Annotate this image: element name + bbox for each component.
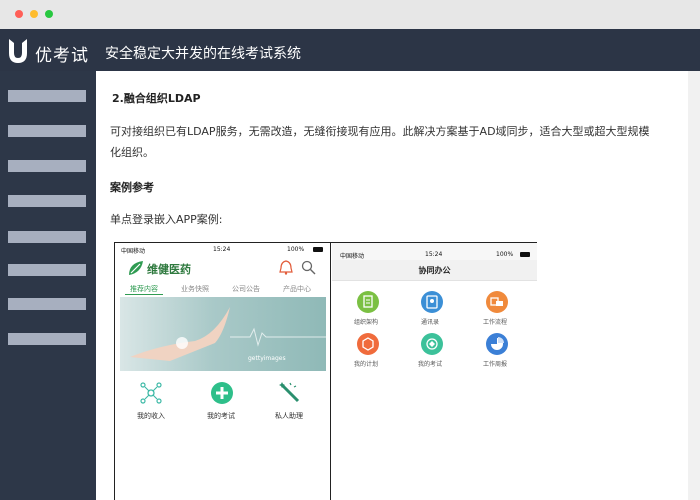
status-time: 15:24 bbox=[425, 251, 443, 258]
status-carrier: 中国移动 bbox=[340, 253, 365, 260]
tab-active-indicator bbox=[125, 294, 163, 295]
phone-screenshot-1: 中国移动 15:24 100% 维健医药 推荐内容 业务快照 公司公告 产品中心… bbox=[115, 243, 331, 500]
sidebar-item-7[interactable] bbox=[8, 298, 86, 310]
grid-label-contacts: 通讯录 bbox=[421, 319, 440, 326]
status-battery: 100% bbox=[287, 246, 305, 253]
paragraph-line-1: 可对接组织已有LDAP服务，无需改造，无缝衔接现有应用。此解决方案基于AD域同步… bbox=[110, 125, 650, 138]
tab-products[interactable]: 产品中心 bbox=[283, 284, 311, 294]
grid-label-workflow: 工作流程 bbox=[483, 319, 508, 326]
battery-icon bbox=[313, 247, 323, 252]
phone2-title: 协同办公 bbox=[418, 266, 451, 275]
battery-icon bbox=[520, 252, 530, 257]
leaf-logo-icon bbox=[129, 261, 143, 275]
sidebar-item-8[interactable] bbox=[8, 333, 86, 345]
close-dot[interactable] bbox=[15, 10, 23, 18]
document-icon[interactable] bbox=[357, 291, 379, 313]
sidebar-item-4[interactable] bbox=[8, 195, 86, 207]
section-heading: 2.融合组织LDAP bbox=[112, 92, 201, 105]
maximize-dot[interactable] bbox=[45, 10, 53, 18]
magic-wand-icon[interactable] bbox=[278, 381, 302, 405]
contacts-icon[interactable] bbox=[421, 291, 443, 313]
workflow-icon[interactable] bbox=[486, 291, 508, 313]
brand-slogan: 安全稳定大并发的在线考试系统 bbox=[105, 46, 301, 62]
minimize-dot[interactable] bbox=[30, 10, 38, 18]
grid-label-org: 组织架构 bbox=[354, 319, 379, 326]
watermark: gettyimages bbox=[248, 355, 286, 362]
func-label-assistant: 私人助理 bbox=[275, 412, 303, 420]
case-intro: 单点登录嵌入APP案例: bbox=[110, 213, 223, 226]
network-icon[interactable] bbox=[139, 381, 163, 405]
grid-label-report: 工作周报 bbox=[483, 361, 508, 368]
article-content: 2.融合组织LDAP 可对接组织已有LDAP服务，无需改造，无缝衔接现有应用。此… bbox=[96, 71, 688, 500]
status-carrier: 中国移动 bbox=[121, 248, 146, 255]
plus-icon[interactable] bbox=[210, 381, 234, 405]
sidebar-item-1[interactable] bbox=[8, 90, 86, 102]
paragraph-line-2: 化组织。 bbox=[110, 146, 154, 159]
brand-name[interactable]: 优考试 bbox=[35, 41, 89, 66]
sidebar-item-2[interactable] bbox=[8, 125, 86, 137]
func-label-exam: 我的考试 bbox=[207, 412, 235, 420]
status-battery: 100% bbox=[496, 251, 514, 258]
case-heading: 案例参考 bbox=[110, 181, 154, 194]
status-time: 15:24 bbox=[213, 246, 231, 253]
scrollbar[interactable] bbox=[688, 71, 700, 500]
grid-label-plan: 我的计划 bbox=[354, 361, 379, 368]
exam-icon[interactable] bbox=[421, 333, 443, 355]
tab-business[interactable]: 业务快照 bbox=[181, 284, 209, 294]
browser-window: 优考试 安全稳定大并发的在线考试系统 2.融合组织LDAP 可对接组织已有LDA… bbox=[0, 0, 700, 500]
grid-label-exam: 我的考试 bbox=[418, 361, 443, 368]
tab-announcements[interactable]: 公司公告 bbox=[232, 284, 260, 294]
logo-icon[interactable] bbox=[7, 37, 29, 65]
sidebar bbox=[0, 71, 96, 500]
phone-screenshot-2: 中国移动 15:24 100% 协同办公 组织架构 通讯录 工作流程 我的计划 … bbox=[332, 243, 537, 500]
search-icon[interactable] bbox=[301, 260, 316, 275]
hand-pulse-image bbox=[130, 307, 326, 361]
func-label-income: 我的收入 bbox=[137, 412, 165, 420]
office-grid bbox=[332, 281, 537, 500]
app-screenshots: 中国移动 15:24 100% 维健医药 推荐内容 业务快照 公司公告 产品中心… bbox=[114, 242, 537, 500]
pie-chart-icon[interactable] bbox=[486, 333, 508, 355]
plan-icon[interactable] bbox=[357, 333, 379, 355]
tab-recommended[interactable]: 推荐内容 bbox=[130, 284, 158, 294]
title-bar bbox=[0, 0, 700, 29]
company-logo-text: 维健医药 bbox=[147, 263, 191, 276]
sidebar-item-3[interactable] bbox=[8, 160, 86, 172]
bell-icon[interactable] bbox=[279, 260, 293, 275]
sidebar-item-5[interactable] bbox=[8, 231, 86, 243]
sidebar-item-6[interactable] bbox=[8, 264, 86, 276]
banner-image[interactable]: gettyimages bbox=[120, 297, 326, 371]
